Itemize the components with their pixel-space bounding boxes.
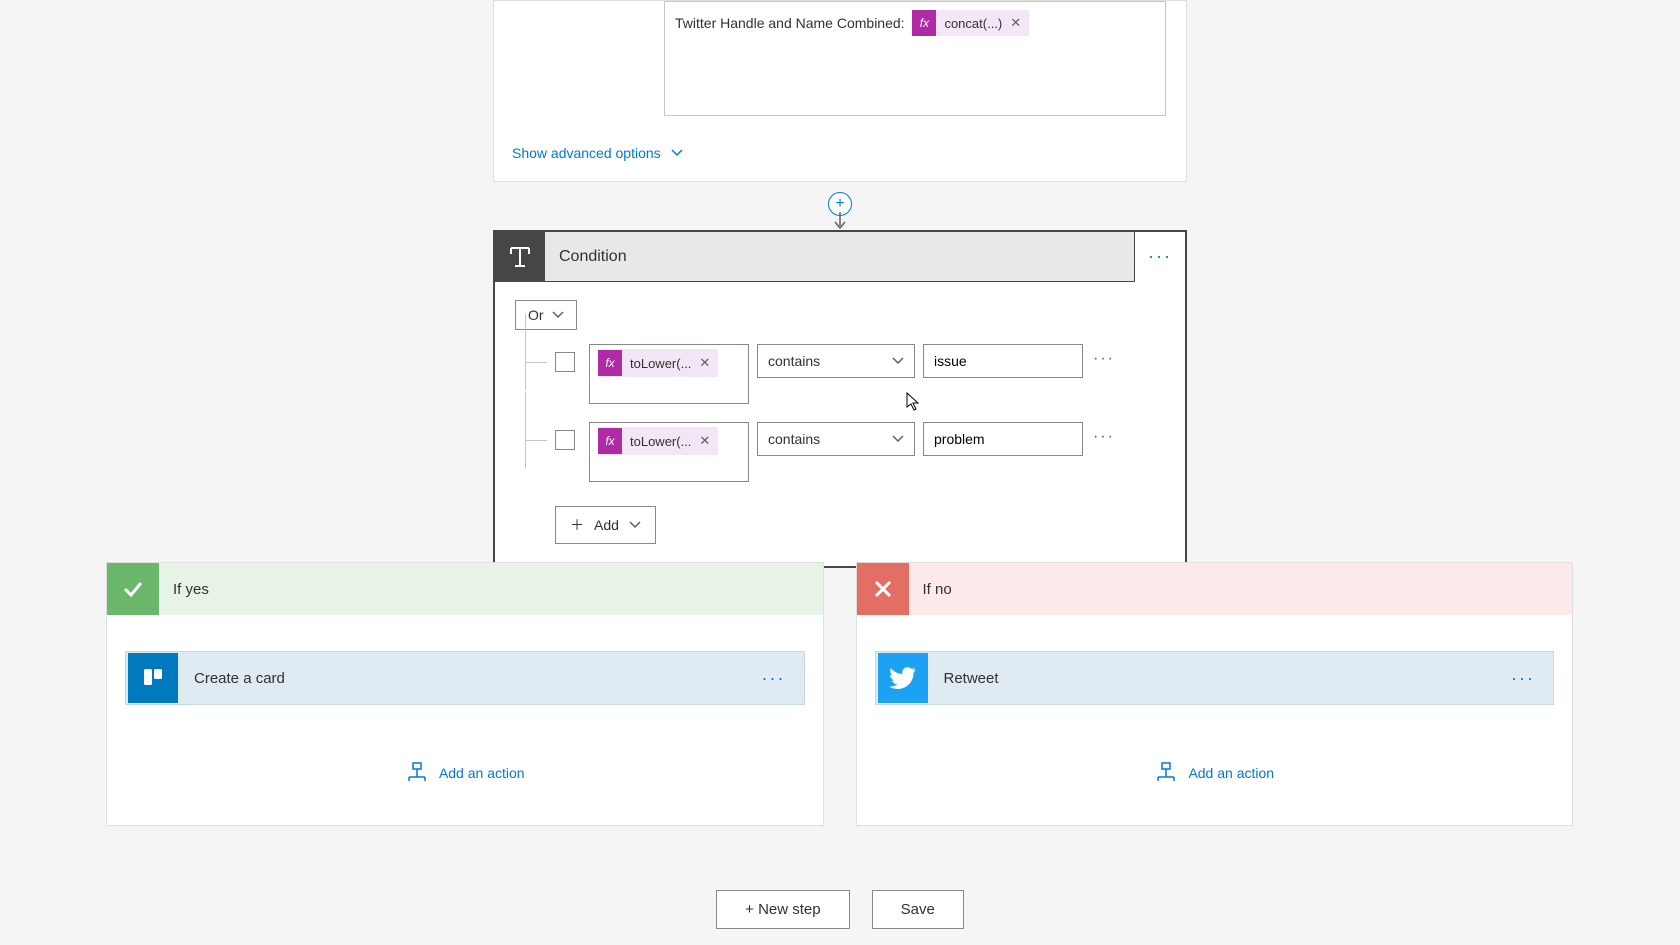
condition-left-value[interactable]: fx toLower(... ✕ (589, 344, 749, 404)
add-action-icon (405, 761, 429, 785)
fx-badge-icon: fx (912, 10, 936, 36)
action-retweet[interactable]: Retweet ··· (875, 651, 1555, 705)
expression-token-tolower[interactable]: fx toLower(... ✕ (598, 349, 718, 377)
condition-right-value-input[interactable] (923, 422, 1083, 456)
branch-body: Create a card ··· Add an action (107, 615, 823, 825)
flow-canvas: Twitter Handle and Name Combined: fx con… (0, 0, 1680, 945)
branch-title: If yes (159, 581, 209, 598)
expression-token-tolower[interactable]: fx toLower(... ✕ (598, 427, 718, 455)
chevron-down-icon (629, 519, 641, 531)
twitter-icon (878, 653, 928, 703)
action-menu-button[interactable]: ··· (744, 668, 804, 689)
add-action-link[interactable]: Add an action (125, 761, 805, 785)
chevron-down-icon (892, 433, 904, 445)
show-advanced-label: Show advanced options (512, 145, 661, 161)
expression-text: toLower(... (622, 434, 699, 449)
group-operator-label: Or (528, 307, 544, 323)
operator-select[interactable]: contains (757, 422, 915, 456)
expression-text: toLower(... (622, 356, 699, 371)
if-yes-branch: If yes Create a card ··· (106, 562, 824, 826)
row-checkbox[interactable] (555, 430, 575, 450)
action-title: Create a card (180, 670, 744, 687)
fx-badge-icon: fx (598, 350, 622, 376)
add-action-icon (1154, 761, 1178, 785)
operator-label: contains (768, 353, 820, 369)
field-label: Twitter Handle and Name Combined: (675, 15, 905, 31)
show-advanced-options-link[interactable]: Show advanced options (512, 145, 683, 161)
condition-title: Condition (545, 232, 1135, 281)
condition-right-value-input[interactable] (923, 344, 1083, 378)
flow-connector: + (836, 182, 850, 230)
action-title: Retweet (930, 670, 1494, 687)
condition-rows: fx toLower(... ✕ contains ··· (515, 344, 1165, 482)
trello-icon (128, 653, 178, 703)
branch-body: Retweet ··· Add an action (857, 615, 1573, 825)
new-step-button[interactable]: + New step (716, 890, 849, 929)
condition-branches: If yes Create a card ··· (106, 562, 1573, 826)
row-menu-button[interactable]: ··· (1093, 344, 1115, 368)
condition-menu-button[interactable]: ··· (1135, 232, 1185, 282)
remove-token-icon[interactable]: ✕ (699, 355, 718, 371)
fx-badge-icon: fx (598, 428, 622, 454)
add-action-label: Add an action (1188, 765, 1274, 781)
condition-body: Or fx toLower(... ✕ contains (495, 282, 1185, 566)
operator-select[interactable]: contains (757, 344, 915, 378)
condition-row: fx toLower(... ✕ contains ··· (515, 344, 1165, 404)
condition-left-value[interactable]: fx toLower(... ✕ (589, 422, 749, 482)
remove-token-icon[interactable]: ✕ (1010, 15, 1029, 31)
condition-header[interactable]: Condition ··· (495, 232, 1185, 282)
property-value-field[interactable]: Twitter Handle and Name Combined: fx con… (664, 1, 1166, 116)
add-condition-button[interactable]: ＋ Add (555, 506, 656, 544)
action-menu-button[interactable]: ··· (1493, 668, 1553, 689)
previous-action-card: Twitter Handle and Name Combined: fx con… (493, 0, 1187, 182)
save-button[interactable]: Save (872, 890, 964, 929)
branch-title: If no (909, 581, 952, 598)
condition-row: fx toLower(... ✕ contains ··· (515, 422, 1165, 482)
checkmark-icon (107, 563, 159, 615)
chevron-down-icon (892, 355, 904, 367)
add-action-link[interactable]: Add an action (875, 761, 1555, 785)
tree-connector (515, 422, 555, 458)
action-create-a-card[interactable]: Create a card ··· (125, 651, 805, 705)
operator-label: contains (768, 431, 820, 447)
plus-icon: ＋ (570, 515, 584, 535)
remove-token-icon[interactable]: ✕ (699, 433, 718, 449)
branch-header-no[interactable]: If no (857, 563, 1573, 615)
row-menu-button[interactable]: ··· (1093, 422, 1115, 446)
chevron-down-icon (552, 309, 564, 321)
add-action-label: Add an action (439, 765, 525, 781)
branch-header-yes[interactable]: If yes (107, 563, 823, 615)
tree-connector (515, 344, 555, 380)
arrow-down-icon (834, 212, 846, 230)
condition-icon (495, 232, 545, 282)
chevron-down-icon (671, 147, 683, 159)
expression-text: concat(...) (936, 16, 1010, 31)
add-label: Add (594, 517, 619, 533)
cross-icon (857, 563, 909, 615)
condition-card: Condition ··· Or fx toLower(... ✕ (493, 230, 1187, 568)
if-no-branch: If no Retweet ··· (856, 562, 1574, 826)
expression-token-concat[interactable]: fx concat(...) ✕ (912, 10, 1029, 36)
bottom-toolbar: + New step Save (0, 890, 1680, 929)
row-checkbox[interactable] (555, 352, 575, 372)
